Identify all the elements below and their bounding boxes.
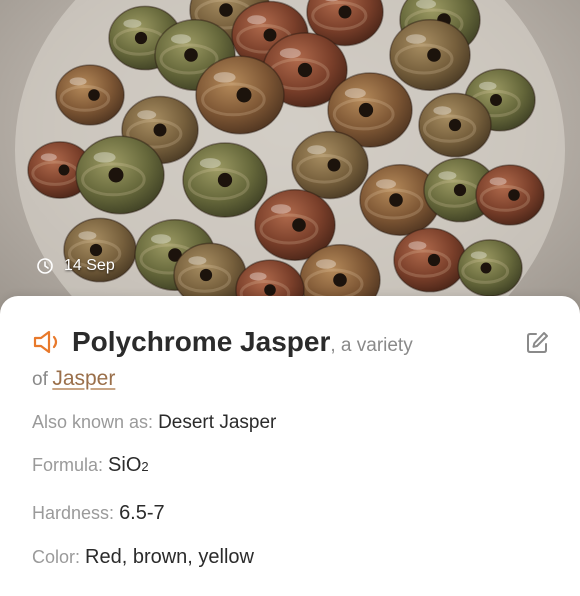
bead-highlight bbox=[307, 145, 327, 155]
edit-icon[interactable] bbox=[524, 330, 550, 356]
bead-highlight bbox=[433, 106, 452, 115]
bead-hole bbox=[219, 3, 233, 17]
bead-highlight bbox=[316, 259, 336, 269]
bead-hole bbox=[480, 262, 492, 274]
bead-hole bbox=[297, 62, 313, 78]
bead-hole bbox=[490, 94, 502, 106]
parent-mineral-link[interactable]: Jasper bbox=[52, 367, 115, 390]
color-value: Red, brown, yellow bbox=[85, 546, 254, 568]
bead-highlight bbox=[137, 110, 157, 120]
bead-hole bbox=[333, 273, 347, 287]
bead-hole bbox=[389, 193, 403, 207]
bead-highlight bbox=[78, 231, 97, 240]
bead-hole bbox=[508, 189, 520, 201]
bead-highlight bbox=[123, 19, 142, 28]
bead-highlight bbox=[247, 15, 267, 25]
bead-highlight bbox=[151, 234, 171, 244]
bead-highlight bbox=[408, 241, 427, 250]
color-label: Color: bbox=[32, 547, 81, 567]
bead-highlight bbox=[470, 251, 487, 260]
mineral-title: Polychrome Jasper, a variety of Jasper bbox=[32, 326, 492, 397]
bead-hole bbox=[199, 268, 213, 282]
aka-value: Desert Jasper bbox=[158, 412, 277, 433]
formula-subscript: 2 bbox=[141, 459, 149, 474]
hardness-label: Hardness: bbox=[32, 503, 115, 523]
hardness-row: Hardness: 6.5-7 bbox=[32, 502, 165, 525]
speaker-icon[interactable] bbox=[32, 329, 66, 355]
bead-highlight bbox=[438, 171, 457, 180]
bead-hole bbox=[264, 284, 276, 296]
aka-label: Also known as: bbox=[32, 412, 154, 432]
bead-highlight bbox=[489, 177, 507, 186]
formula-main: SiO bbox=[108, 454, 142, 476]
bead-highlight bbox=[188, 256, 207, 265]
formula-value: SiO2 bbox=[108, 454, 149, 476]
of-text: of bbox=[32, 369, 48, 390]
bead-hole bbox=[338, 5, 352, 19]
bead-hole bbox=[134, 31, 148, 45]
bead-highlight bbox=[199, 158, 221, 169]
photo-date: 14 Sep bbox=[36, 255, 115, 277]
date-label: 14 Sep bbox=[64, 257, 115, 274]
aka-row: Also known as: Desert Jasper bbox=[32, 412, 276, 434]
bead-highlight bbox=[344, 88, 366, 99]
bead-highlight bbox=[249, 272, 267, 281]
bead-hole bbox=[88, 89, 100, 101]
formula-row: Formula: SiO2 bbox=[32, 454, 149, 477]
bead-highlight bbox=[279, 48, 301, 59]
bead-hole bbox=[217, 172, 233, 188]
bead-highlight bbox=[406, 34, 426, 44]
bead-hole bbox=[153, 123, 167, 137]
bead-hole bbox=[236, 87, 252, 103]
bead-hole bbox=[327, 158, 341, 172]
mineral-name: Polychrome Jasper bbox=[72, 326, 331, 357]
bead-highlight bbox=[271, 204, 291, 214]
color-row: Color: Red, brown, yellow bbox=[32, 546, 254, 569]
clock-icon bbox=[37, 258, 53, 274]
bead-highlight bbox=[479, 81, 497, 91]
bead-highlight bbox=[171, 34, 191, 44]
hardness-value: 6.5-7 bbox=[119, 502, 165, 524]
bead-highlight bbox=[40, 153, 57, 162]
variety-text: , a variety bbox=[330, 335, 413, 356]
bead-highlight bbox=[376, 179, 396, 189]
bead-highlight bbox=[69, 77, 87, 86]
bead-highlight bbox=[213, 72, 236, 83]
bead-hole bbox=[358, 102, 374, 118]
bead-hole bbox=[448, 118, 462, 132]
bead-highlight bbox=[93, 152, 116, 163]
formula-label: Formula: bbox=[32, 455, 104, 475]
bead-hole bbox=[108, 167, 124, 183]
bead-hole bbox=[292, 218, 306, 232]
bead-hole bbox=[453, 183, 467, 197]
bead-hole bbox=[184, 48, 198, 62]
specimen-photo[interactable]: 14 Sep bbox=[0, 0, 580, 320]
bead-hole bbox=[263, 28, 277, 42]
bead-hole bbox=[427, 253, 441, 267]
bead-hole bbox=[58, 164, 70, 176]
bead-hole bbox=[427, 48, 441, 62]
